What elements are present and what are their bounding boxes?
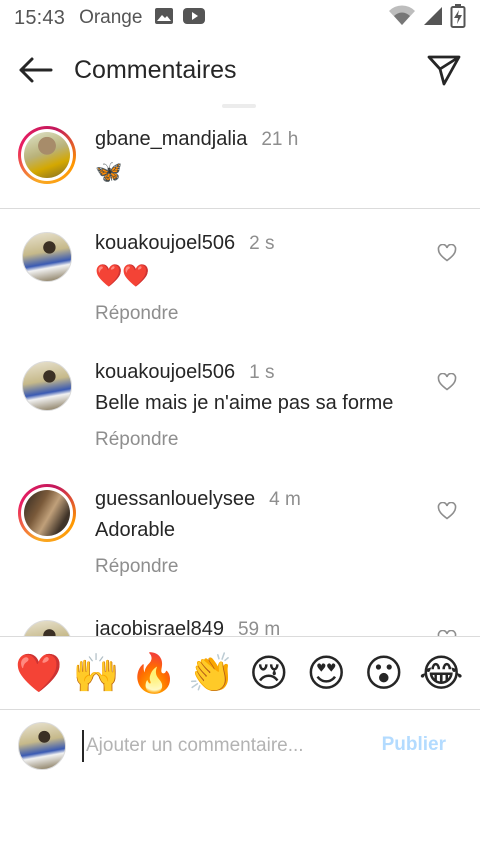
comment-input[interactable] bbox=[82, 730, 362, 762]
comment-item: kouakoujoel506 2 s ❤️❤️ Répondre bbox=[0, 228, 480, 338]
signal-icon bbox=[422, 5, 444, 32]
comment-time: 1 s bbox=[249, 362, 275, 383]
avatar[interactable] bbox=[18, 126, 76, 184]
comment-item: jacobisrael849 59 m bbox=[0, 614, 480, 636]
back-button[interactable] bbox=[16, 56, 54, 88]
comment-time: 59 m bbox=[237, 619, 281, 636]
comment-text: Belle mais je n'aime pas sa forme bbox=[95, 392, 394, 414]
status-bar: 15:43 Orange bbox=[0, 0, 480, 36]
youtube-icon bbox=[182, 6, 206, 31]
image-icon bbox=[154, 6, 174, 31]
caption-time: 21 h bbox=[261, 129, 299, 150]
emoji-laughing-button[interactable]: 😂 bbox=[417, 649, 465, 697]
like-button[interactable] bbox=[436, 501, 458, 525]
avatar[interactable] bbox=[18, 484, 76, 542]
status-time: 15:43 bbox=[14, 6, 66, 29]
emoji-fire-button[interactable]: 🔥 bbox=[130, 649, 178, 697]
like-button[interactable] bbox=[436, 372, 458, 396]
avatar[interactable] bbox=[22, 620, 72, 636]
share-button[interactable] bbox=[426, 54, 462, 90]
arrow-left-icon bbox=[17, 56, 53, 89]
heart-outline-icon bbox=[437, 243, 457, 267]
like-button[interactable] bbox=[436, 243, 458, 267]
post-caption: gbane_mandjalia 21 h 🦋 bbox=[0, 118, 480, 208]
comment-composer: Publier bbox=[0, 710, 480, 784]
avatar bbox=[18, 722, 66, 770]
avatar[interactable] bbox=[22, 232, 72, 282]
reply-button[interactable]: Répondre bbox=[95, 429, 393, 451]
drag-handle bbox=[222, 104, 256, 108]
emoji-heart-eyes-button[interactable]: 😍 bbox=[302, 649, 350, 697]
heart-outline-icon bbox=[437, 372, 457, 396]
emoji-heart-button[interactable]: ❤️ bbox=[15, 649, 63, 697]
status-carrier: Orange bbox=[79, 7, 143, 28]
caption-text: 🦋 bbox=[95, 159, 123, 184]
header: Commentaires bbox=[0, 36, 480, 108]
reply-button[interactable]: Répondre bbox=[95, 556, 301, 578]
comment-username[interactable]: kouakoujoel506 bbox=[95, 361, 235, 384]
reply-button[interactable]: Répondre bbox=[95, 303, 274, 325]
comment-item: guessanlouelysee 4 m Adorable Répondre bbox=[0, 484, 480, 594]
publish-button[interactable]: Publier bbox=[382, 734, 446, 756]
battery-charging-icon bbox=[450, 3, 466, 33]
heart-outline-icon bbox=[437, 501, 457, 525]
wifi-icon bbox=[388, 4, 416, 32]
comment-item: kouakoujoel506 1 s Belle mais je n'aime … bbox=[0, 357, 480, 467]
caption-username[interactable]: gbane_mandjalia bbox=[95, 128, 247, 151]
comment-text: ❤️❤️ bbox=[95, 263, 150, 288]
comment-time: 4 m bbox=[269, 489, 301, 510]
divider bbox=[0, 208, 480, 209]
comment-username[interactable]: kouakoujoel506 bbox=[95, 232, 235, 255]
page-title: Commentaires bbox=[74, 56, 237, 84]
comment-time: 2 s bbox=[249, 233, 275, 254]
comment-username[interactable]: guessanlouelysee bbox=[95, 488, 255, 511]
comment-text: Adorable bbox=[95, 519, 176, 541]
avatar[interactable] bbox=[22, 361, 72, 411]
send-icon bbox=[427, 54, 461, 91]
emoji-surprised-button[interactable]: 😮 bbox=[360, 649, 408, 697]
emoji-quick-bar: ❤️ 🙌 🔥 👏 😢 😍 😮 😂 bbox=[0, 636, 480, 710]
emoji-raised-hands-button[interactable]: 🙌 bbox=[72, 649, 120, 697]
emoji-crying-button[interactable]: 😢 bbox=[245, 649, 293, 697]
comment-username[interactable]: jacobisrael849 bbox=[95, 618, 224, 636]
emoji-clap-button[interactable]: 👏 bbox=[187, 649, 235, 697]
